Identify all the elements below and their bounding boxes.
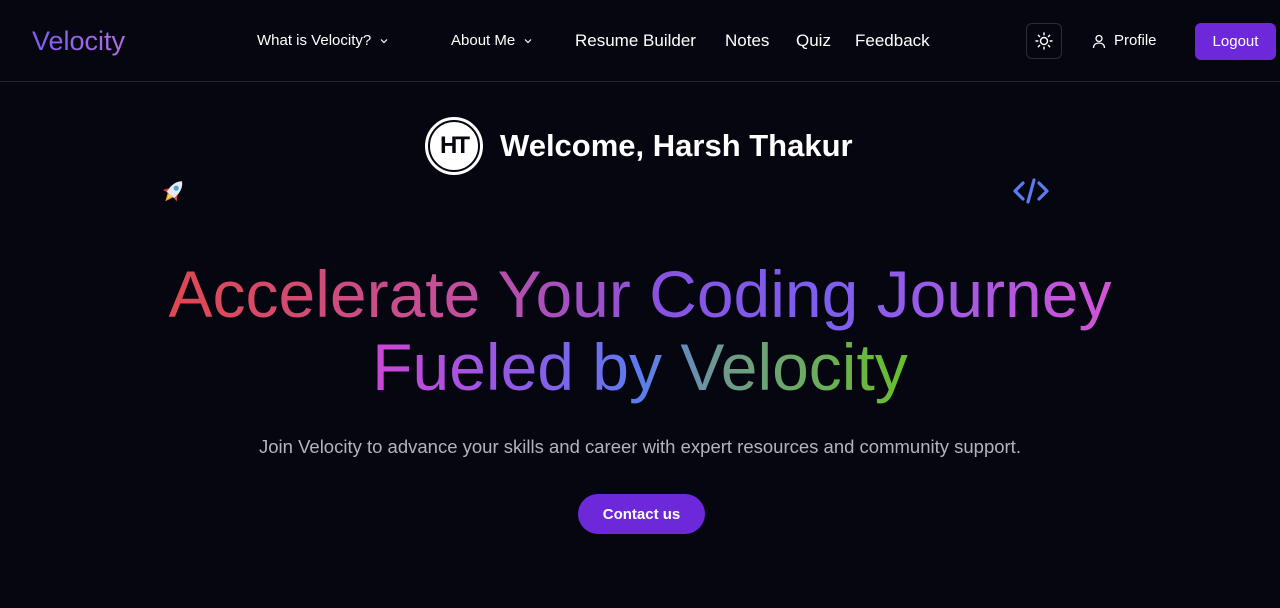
code-icon (1013, 178, 1049, 204)
chevron-down-icon (380, 39, 388, 44)
avatar-initials: HT (428, 120, 480, 172)
hero-headline-line2: Fueled by Velocity (0, 330, 1280, 404)
nav-what-is-velocity-label: What is Velocity? (257, 32, 372, 49)
top-navbar: Velocity What is Velocity? About Me Resu… (0, 0, 1280, 82)
brand-logo[interactable]: Velocity (32, 24, 125, 58)
user-icon (1092, 34, 1106, 48)
hero-headline-line1: Accelerate Your Coding Journey (0, 257, 1280, 331)
sun-icon (1035, 32, 1053, 50)
theme-toggle-button[interactable] (1026, 23, 1062, 59)
welcome-banner: HT Welcome, Harsh Thakur (425, 116, 853, 176)
logout-button[interactable]: Logout (1195, 23, 1276, 60)
nav-about-me[interactable]: About Me (451, 30, 533, 52)
nav-notes[interactable]: Notes (725, 30, 769, 52)
welcome-text: Welcome, Harsh Thakur (500, 128, 853, 163)
nav-about-me-label: About Me (451, 32, 516, 49)
landing-page: Velocity What is Velocity? About Me Resu… (0, 0, 1280, 608)
nav-resume-builder[interactable]: Resume Builder (575, 30, 696, 52)
hero-headline-line1-text: Accelerate Your Coding Journey (165, 257, 1116, 331)
profile-link[interactable]: Profile (1092, 30, 1157, 52)
chevron-down-icon (524, 39, 532, 44)
nav-quiz[interactable]: Quiz (796, 30, 831, 52)
contact-us-button[interactable]: Contact us (578, 494, 705, 534)
nav-what-is-velocity[interactable]: What is Velocity? (257, 30, 389, 52)
hero-subtitle: Join Velocity to advance your skills and… (259, 436, 1021, 457)
rocket-icon (162, 181, 183, 202)
nav-feedback[interactable]: Feedback (855, 30, 930, 52)
profile-label: Profile (1114, 32, 1157, 49)
hero-headline-line2-text: Fueled by Velocity (368, 330, 912, 404)
avatar[interactable]: HT (425, 117, 483, 175)
